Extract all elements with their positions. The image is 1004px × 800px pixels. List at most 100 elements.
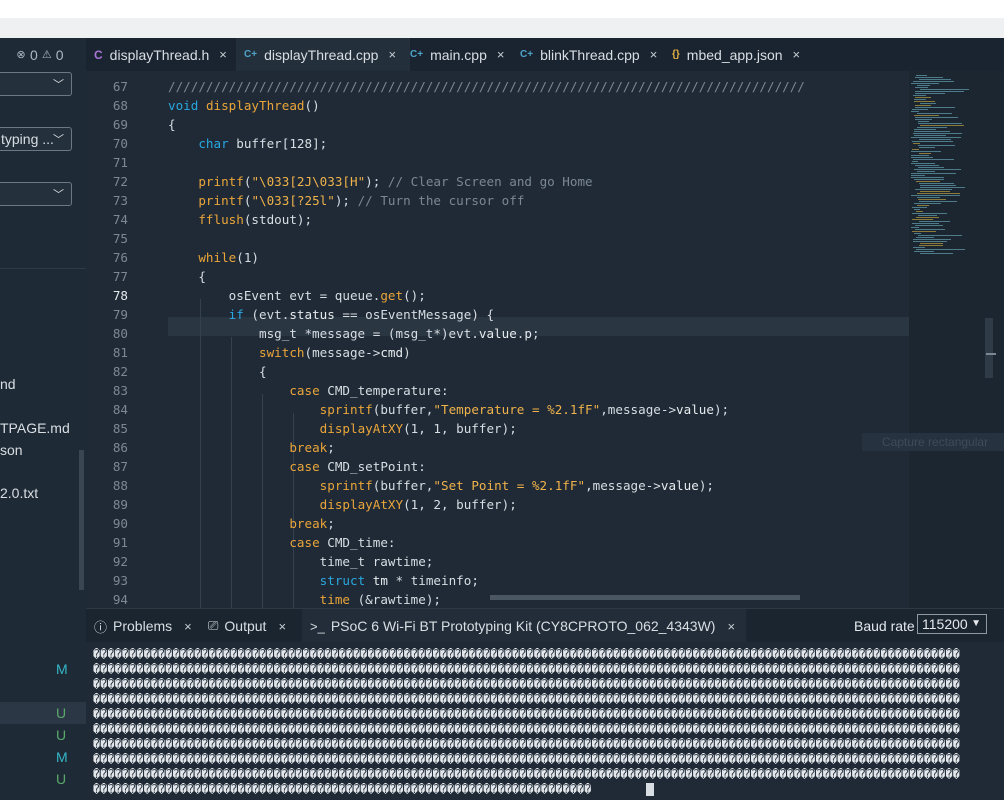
program-select[interactable]: ﹀ <box>0 72 72 96</box>
minimap-line <box>920 125 964 126</box>
close-icon[interactable]: × <box>650 47 658 62</box>
close-icon[interactable]: × <box>727 619 735 634</box>
git-status-untracked: U <box>56 727 67 743</box>
code-line: { <box>168 364 267 379</box>
c-file-icon: C <box>94 47 103 62</box>
sidebar: ⊗ 0 ⚠ 0 ﹀ typing ... ﹀ ﹀ nd TPAGE.md son… <box>0 38 87 800</box>
minimap-line <box>912 219 933 220</box>
git-status-untracked: U <box>56 771 67 787</box>
tab-label: Problems <box>113 618 173 634</box>
scroll-position-marker <box>986 353 996 355</box>
target-select-value: typing ... <box>1 131 54 147</box>
tab-output[interactable]: ⎚ Output × <box>198 609 312 643</box>
tab-main-cpp[interactable]: C+ main.cpp × <box>402 38 520 71</box>
minimap-line <box>913 95 926 96</box>
file-item[interactable]: nd <box>0 376 16 392</box>
target-select[interactable]: typing ... ﹀ <box>0 127 72 151</box>
tab-label: displayThread.h <box>109 46 210 63</box>
minimap-line <box>915 225 943 226</box>
code-line: msg_t *message = (msg_t*)evt.value.p; <box>168 326 540 341</box>
chevron-down-icon: ﹀ <box>53 79 64 91</box>
panel-tab-bar: ⓘ Problems × ⎚ Output × >_ PSoC 6 Wi-Fi … <box>86 608 1004 643</box>
minimap-line <box>919 201 957 202</box>
profile-select[interactable]: ﹀ <box>0 182 72 206</box>
vertical-scrollbar[interactable] <box>985 318 993 378</box>
close-icon[interactable]: × <box>497 47 505 62</box>
chevron-down-icon: ﹀ <box>53 134 64 146</box>
minimap-line <box>914 179 944 180</box>
terminal-icon: >_ <box>310 618 325 634</box>
sidebar-scrollbar[interactable] <box>79 450 84 590</box>
line-number: 70 <box>112 136 128 151</box>
minimap-line <box>917 193 960 194</box>
code-line: switch(message->cmd) <box>259 345 411 360</box>
triangle-down-icon: ▼ <box>971 618 981 629</box>
serial-terminal-output[interactable]: ����������������������������������������… <box>86 642 1004 800</box>
minimap-line <box>914 135 946 136</box>
line-number: 71 <box>112 155 128 170</box>
minimap-line <box>912 149 919 150</box>
terminal-line: ����������������������������������������… <box>93 723 960 736</box>
close-icon[interactable]: × <box>793 47 801 62</box>
baud-rate-select[interactable]: 115200 ▼ <box>917 614 987 634</box>
file-item[interactable]: son <box>0 442 23 458</box>
line-number: 84 <box>112 402 128 417</box>
minimap-line <box>920 103 936 104</box>
minimap-line <box>915 97 931 98</box>
code-line: case CMD_setPoint: <box>289 459 426 474</box>
tab-mbed-app-json[interactable]: {} mbed_app.json × <box>662 38 822 71</box>
tab-problems[interactable]: ⓘ Problems × <box>86 609 206 643</box>
close-icon[interactable]: × <box>219 47 227 62</box>
close-icon[interactable]: × <box>184 619 192 634</box>
minimap-line <box>920 253 953 254</box>
minimap-line <box>911 173 956 174</box>
line-number: 94 <box>112 592 128 607</box>
line-number: 86 <box>112 440 128 455</box>
minimap-line <box>915 87 928 88</box>
minimap-line <box>911 137 961 138</box>
json-file-icon: {} <box>672 49 680 60</box>
problems-status[interactable]: ⊗ 0 ⚠ 0 <box>14 47 64 63</box>
minimap-line <box>917 171 935 172</box>
terminal-line: ����������������������������������������… <box>93 783 592 796</box>
tab-blinkthread-cpp[interactable]: C+ blinkThread.cpp × <box>512 38 670 71</box>
minimap-line <box>915 91 964 92</box>
code-line: osEvent evt = queue.get(); <box>168 288 426 303</box>
horizontal-scrollbar[interactable] <box>490 595 800 600</box>
browser-top-strip <box>0 0 1004 18</box>
minimap-line <box>918 199 946 200</box>
minimap-line <box>911 163 935 164</box>
minimap-line <box>913 239 951 240</box>
minimap-line <box>913 133 962 134</box>
minimap-line <box>914 203 941 204</box>
file-item[interactable]: 2.0.txt <box>0 485 38 501</box>
terminal-cursor <box>646 783 654 796</box>
close-icon[interactable]: × <box>388 47 396 62</box>
minimap-line <box>914 131 950 132</box>
tab-displaythread-cpp[interactable]: C+ displayThread.cpp × <box>236 38 410 71</box>
minimap-line <box>920 191 950 192</box>
cpp-file-icon: C+ <box>244 49 258 60</box>
code-editor[interactable]: 67 68 69 70 71 72 73 74 75 76 77 78 79 80 81 82 83 84 85 86… <box>86 71 909 608</box>
git-status-untracked: U <box>56 705 67 721</box>
tab-label: Output <box>224 618 267 634</box>
line-number: 88 <box>112 478 128 493</box>
minimap-line <box>917 205 929 206</box>
minimap-line <box>914 99 926 100</box>
selected-file-row[interactable] <box>0 702 86 724</box>
terminal-line: ����������������������������������������… <box>93 648 960 661</box>
line-number: 68 <box>112 98 128 113</box>
minimap-line <box>920 89 969 90</box>
warning-count: 0 <box>55 47 64 63</box>
minimap-line <box>916 181 940 182</box>
close-icon[interactable]: × <box>278 619 286 634</box>
file-item[interactable]: TPAGE.md <box>0 420 70 436</box>
tab-displaythread-h[interactable]: C displayThread.h × <box>86 38 244 71</box>
minimap[interactable] <box>909 71 1004 608</box>
baud-rate-label: Baud rate <box>854 618 915 634</box>
tab-serial-monitor[interactable]: >_ PSoC 6 Wi-Fi BT Prototyping Kit (CY8C… <box>302 609 746 643</box>
minimap-line <box>914 129 936 130</box>
line-number: 77 <box>112 269 128 284</box>
tab-label: mbed_app.json <box>686 46 783 63</box>
warning-icon: ⚠ <box>41 49 52 61</box>
